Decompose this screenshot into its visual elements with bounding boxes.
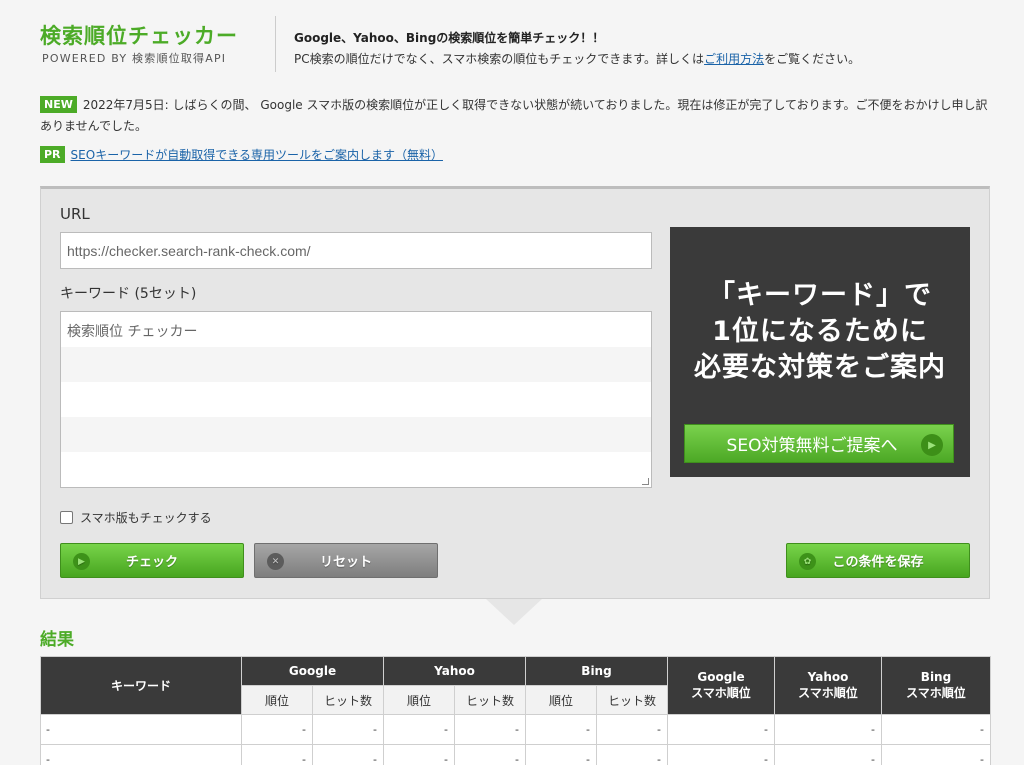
google-sp-line2: スマホ順位 [691,686,751,700]
table-cell: - [667,744,775,765]
close-icon: ✕ [267,553,284,570]
col-header-google-sp: Google スマホ順位 [667,656,775,715]
ad-line-3: 必要な対策をご案内 [694,352,946,383]
ad-button-label: SEO対策無料ご提案へ [726,436,898,456]
col-header-yahoo: Yahoo [383,656,526,686]
bing-rank-header: 順位 [525,685,597,715]
table-cell: - [525,744,597,765]
ad-proposal-button[interactable]: SEO対策無料ご提案へ ▶ [684,424,954,463]
bing-hits-header: ヒット数 [596,685,668,715]
table-cell: - [241,744,313,765]
save-conditions-button[interactable]: ✿ この条件を保存 [786,543,970,578]
keyword-placeholder: 検索順位 チェッカー [67,324,198,340]
table-cell: - [596,714,668,745]
logo-title: 検索順位チェッカー [40,24,238,48]
table-cell: - [40,744,242,765]
check-button[interactable]: ▶ チェック [60,543,244,578]
reset-button[interactable]: ✕ リセット [254,543,438,578]
arrow-right-icon: ▶ [73,553,90,570]
table-row: - - - - - - - - - - [40,744,991,765]
smartphone-checkbox[interactable] [60,511,73,524]
desc-suffix: をご覧ください。 [764,52,861,66]
col-header-google: Google [241,656,384,686]
table-cell: - [241,714,313,745]
gear-icon: ✿ [799,553,816,570]
google-hits-header: ヒット数 [312,685,384,715]
table-cell: - [774,744,882,765]
table-cell: - [454,744,526,765]
bing-sp-line1: Bing [920,670,952,684]
table-cell: - [881,744,991,765]
keyword-textarea[interactable]: 検索順位 チェッカー [60,311,652,488]
bing-sp-line2: スマホ順位 [906,686,966,700]
ad-line-2: 1位になるために [712,316,928,347]
news-notice: NEW 2022年7月5日: しばらくの間、 Google スマホ版の検索順位が正… [40,95,990,137]
seo-ad-banner[interactable]: 「キーワード」で 1位になるために 必要な対策をご案内 SEO対策無料ご提案へ … [670,227,970,477]
news-text: 2022年7月5日: しばらくの間、 Google スマホ版の検索順位が正しく取… [40,98,988,133]
check-button-label: チェック [125,555,178,570]
url-input[interactable] [60,232,652,269]
keyword-label: キーワード (5セット) [60,286,197,302]
table-cell: - [667,714,775,745]
play-arrow-icon: ▶ [921,434,943,456]
usage-link[interactable]: ご利用方法 [704,52,764,66]
panel-arrow [486,599,542,625]
yahoo-rank-header: 順位 [383,685,455,715]
resize-handle-icon[interactable] [642,478,649,485]
yahoo-sp-line2: スマホ順位 [798,686,858,700]
table-cell: - [40,714,242,745]
google-sp-line1: Google [697,670,745,684]
col-header-yahoo-sp: Yahoo スマホ順位 [774,656,882,715]
pr-link[interactable]: SEOキーワードが自動取得できる専用ツールをご案内します（無料） [71,148,443,162]
save-button-label: この条件を保存 [832,555,924,570]
header-description: PC検索の順位だけでなく、スマホ検索の順位もチェックできます。詳しくはご利用方法… [294,50,860,67]
smartphone-checkbox-row[interactable]: スマホ版もチェックする [60,509,212,526]
site-logo[interactable]: 検索順位チェッカー POWERED BY 検索順位取得API [40,16,276,72]
results-table: キーワード Google Yahoo Bing Google スマホ順位 Yaho… [40,656,991,765]
google-rank-header: 順位 [241,685,313,715]
ad-line-1: 「キーワード」で [708,280,932,311]
table-cell: - [312,744,384,765]
reset-button-label: リセット [319,555,372,570]
table-cell: - [881,714,991,745]
table-cell: - [774,714,882,745]
pr-notice: PR SEOキーワードが自動取得できる専用ツールをご案内します（無料） [40,145,443,166]
desc-prefix: PC検索の順位だけでなく、スマホ検索の順位もチェックできます。詳しくは [294,52,705,66]
col-header-bing: Bing [525,656,668,686]
yahoo-hits-header: ヒット数 [454,685,526,715]
table-cell: - [525,714,597,745]
col-header-bing-sp: Bing スマホ順位 [881,656,991,715]
pr-badge: PR [40,146,65,163]
logo-subtitle: POWERED BY 検索順位取得API [42,52,227,65]
results-title: 結果 [40,630,74,650]
table-row: - - - - - - - - - - [40,714,991,745]
site-header: 検索順位チェッカー POWERED BY 検索順位取得API Google、Ya… [40,16,990,72]
table-cell: - [312,714,384,745]
table-cell: - [454,714,526,745]
col-header-keyword: キーワード [40,656,242,715]
header-tagline: Google、Yahoo、Bingの検索順位を簡単チェック！！ [294,31,605,45]
smartphone-checkbox-label: スマホ版もチェックする [80,511,212,525]
table-cell: - [383,744,455,765]
yahoo-sp-line1: Yahoo [807,670,849,684]
table-cell: - [383,714,455,745]
url-label: URL [60,205,90,223]
new-badge: NEW [40,96,77,113]
table-cell: - [596,744,668,765]
check-form-panel: URL キーワード (5セット) 検索順位 チェッカー スマホ版もチェックする … [40,186,990,599]
